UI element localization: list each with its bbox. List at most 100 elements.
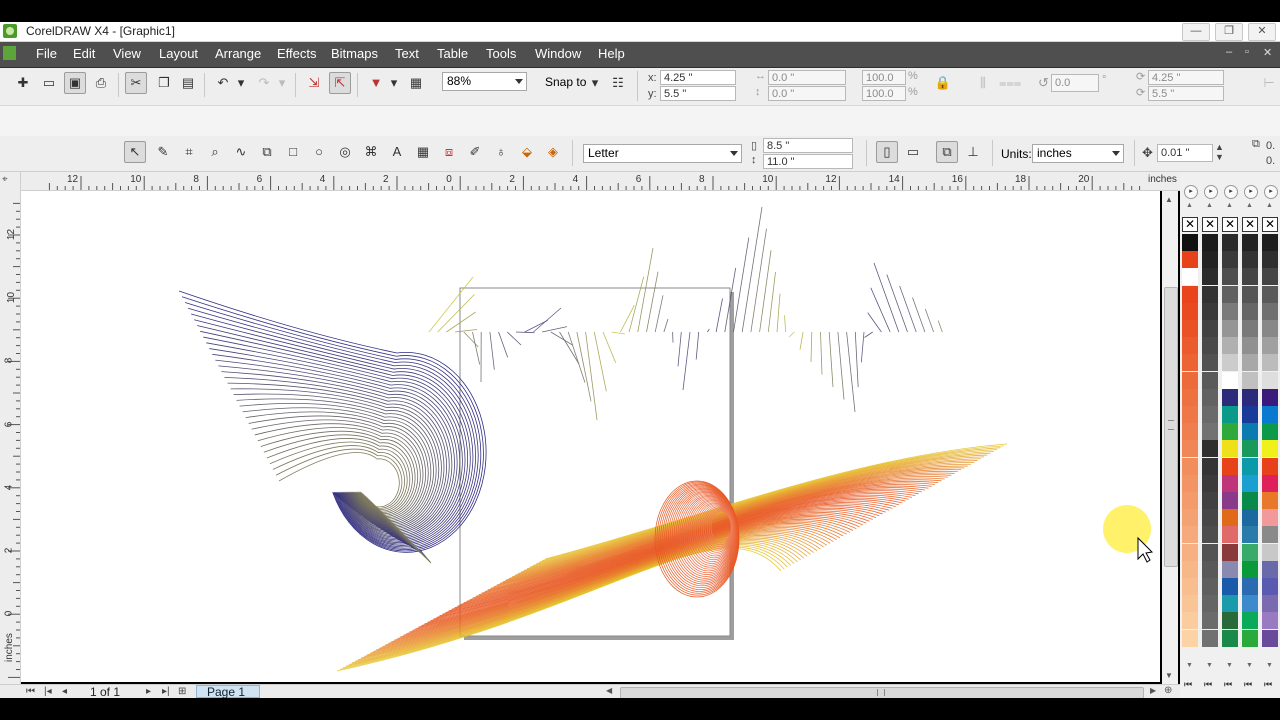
menu-arrange[interactable]: Arrange xyxy=(215,46,261,61)
color-swatch[interactable] xyxy=(1222,268,1238,286)
color-swatch[interactable] xyxy=(1242,371,1258,389)
color-swatch[interactable] xyxy=(1222,560,1238,578)
no-color-swatch[interactable]: ✕ xyxy=(1242,217,1258,232)
color-swatch[interactable] xyxy=(1202,251,1218,269)
redo-dropdown-icon[interactable]: ▾ xyxy=(275,72,289,94)
mirror-vertical-icon[interactable]: ⩶ xyxy=(998,72,1021,94)
color-swatch[interactable] xyxy=(1182,560,1198,578)
color-swatch[interactable] xyxy=(1262,543,1278,561)
document-icon[interactable] xyxy=(3,46,16,60)
scroll-right-icon[interactable]: ▶ xyxy=(1150,686,1156,695)
palette-scroll-up-icon[interactable]: ▲ xyxy=(1186,202,1193,209)
units-combo[interactable]: inches xyxy=(1032,144,1124,163)
color-swatch[interactable] xyxy=(1182,388,1198,406)
fill-tool-icon[interactable]: ⬙ xyxy=(516,141,538,163)
snap-to-label[interactable]: Snap to xyxy=(545,75,586,89)
color-swatch[interactable] xyxy=(1222,406,1238,423)
color-swatch[interactable] xyxy=(1262,509,1278,527)
color-swatch[interactable] xyxy=(1242,612,1258,630)
color-swatch[interactable] xyxy=(1242,354,1258,372)
color-swatch[interactable] xyxy=(1262,268,1278,286)
color-swatch[interactable] xyxy=(1182,251,1198,269)
no-color-swatch[interactable]: ✕ xyxy=(1202,217,1218,232)
coreldraw-app-icon[interactable] xyxy=(3,24,17,38)
palette-scroll-up-icon[interactable]: ▲ xyxy=(1206,202,1213,209)
menu-edit[interactable]: Edit xyxy=(73,46,95,61)
color-swatch[interactable] xyxy=(1202,457,1218,475)
color-swatch[interactable] xyxy=(1182,234,1198,251)
align-icon[interactable]: ⊢ xyxy=(1258,72,1280,94)
color-swatch[interactable] xyxy=(1262,285,1278,303)
palette-scroll-down-icon[interactable]: ▼ xyxy=(1246,662,1253,669)
color-swatch[interactable] xyxy=(1202,285,1218,303)
color-swatch[interactable] xyxy=(1262,457,1278,475)
color-swatch[interactable] xyxy=(1222,234,1238,251)
color-swatch[interactable] xyxy=(1242,268,1258,286)
color-swatch[interactable] xyxy=(1202,474,1218,492)
color-swatch[interactable] xyxy=(1262,251,1278,269)
horizontal-ruler[interactable]: 12 10 8 6 4 2 0 2 4 6 8 10 12 14 16 18 20 inches xyxy=(20,172,1180,191)
color-swatch[interactable] xyxy=(1202,388,1218,406)
cut-icon[interactable]: ✂ xyxy=(125,72,147,94)
palette-flyout-icon[interactable]: ▸ xyxy=(1224,185,1238,199)
zoom-tool-icon[interactable]: ⌕ xyxy=(204,141,226,163)
color-swatch[interactable] xyxy=(1242,578,1258,595)
menu-effects[interactable]: Effects xyxy=(277,46,317,61)
color-swatch[interactable] xyxy=(1262,629,1278,647)
color-swatch[interactable] xyxy=(1202,302,1218,320)
pick-tool-icon[interactable]: ↖ xyxy=(124,141,146,163)
portrait-icon[interactable]: ▯ xyxy=(876,141,898,163)
color-swatch[interactable] xyxy=(1202,492,1218,509)
menu-view[interactable]: View xyxy=(113,46,141,61)
color-swatch[interactable] xyxy=(1262,234,1278,251)
color-swatch[interactable] xyxy=(1262,560,1278,578)
color-swatch[interactable] xyxy=(1202,423,1218,441)
color-swatch[interactable] xyxy=(1202,320,1218,337)
scroll-up-icon[interactable]: ▲ xyxy=(1165,195,1173,204)
color-swatch[interactable] xyxy=(1242,302,1258,320)
color-swatch[interactable] xyxy=(1182,371,1198,389)
color-swatch[interactable] xyxy=(1182,320,1198,337)
page-tab[interactable]: Page 1 xyxy=(196,685,260,699)
undo-dropdown-icon[interactable]: ▾ xyxy=(234,72,248,94)
color-swatch[interactable] xyxy=(1182,302,1198,320)
menu-text[interactable]: Text xyxy=(395,46,419,61)
palette-scroll-down-icon[interactable]: ▼ xyxy=(1206,662,1213,669)
palette-scroll-down-icon[interactable]: ▼ xyxy=(1226,662,1233,669)
menu-file[interactable]: File xyxy=(36,46,57,61)
menu-window[interactable]: Window xyxy=(535,46,581,61)
color-swatch[interactable] xyxy=(1222,509,1238,527)
color-swatch[interactable] xyxy=(1222,371,1238,389)
import-icon[interactable]: ⇲ xyxy=(303,72,325,94)
color-swatch[interactable] xyxy=(1262,595,1278,613)
export-icon[interactable]: ⇱ xyxy=(329,72,351,94)
color-swatch[interactable] xyxy=(1262,371,1278,389)
smart-fill-icon[interactable]: ⧉ xyxy=(256,141,278,163)
page-width-field[interactable]: 8.5 " xyxy=(763,138,853,153)
color-swatch[interactable] xyxy=(1242,560,1258,578)
color-swatch[interactable] xyxy=(1202,578,1218,595)
color-swatch[interactable] xyxy=(1242,406,1258,423)
color-swatch[interactable] xyxy=(1202,526,1218,544)
color-swatch[interactable] xyxy=(1202,543,1218,561)
rectangle-tool-icon[interactable]: □ xyxy=(282,141,304,163)
color-swatch[interactable] xyxy=(1202,337,1218,355)
palette-flyout-icon[interactable]: ▸ xyxy=(1264,185,1278,199)
paper-type-combo[interactable]: Letter xyxy=(583,144,742,163)
mirror-horizontal-icon[interactable]: ⫼ xyxy=(972,72,994,94)
palette-first-icon[interactable]: ⏮ xyxy=(1264,679,1272,690)
doc-restore-button[interactable]: ▫ xyxy=(1245,46,1249,58)
undo-icon[interactable]: ↶ xyxy=(212,72,234,94)
zoom-level-combo[interactable]: 88% xyxy=(442,72,527,91)
redo-icon[interactable]: ↷ xyxy=(253,72,275,94)
ruler-origin-icon[interactable]: ⌖ xyxy=(2,174,16,188)
palette-flyout-icon[interactable]: ▸ xyxy=(1184,185,1198,199)
color-swatch[interactable] xyxy=(1182,543,1198,561)
rotation-angle-field[interactable]: 0.0 xyxy=(1051,74,1099,92)
color-swatch[interactable] xyxy=(1182,457,1198,475)
color-swatch[interactable] xyxy=(1202,509,1218,527)
color-swatch[interactable] xyxy=(1202,234,1218,251)
scale-y-field[interactable]: 100.0 xyxy=(862,86,906,101)
nudge-spin-up-icon[interactable]: ▲ xyxy=(1215,142,1224,152)
eyedropper-icon[interactable]: ✐ xyxy=(464,141,486,163)
